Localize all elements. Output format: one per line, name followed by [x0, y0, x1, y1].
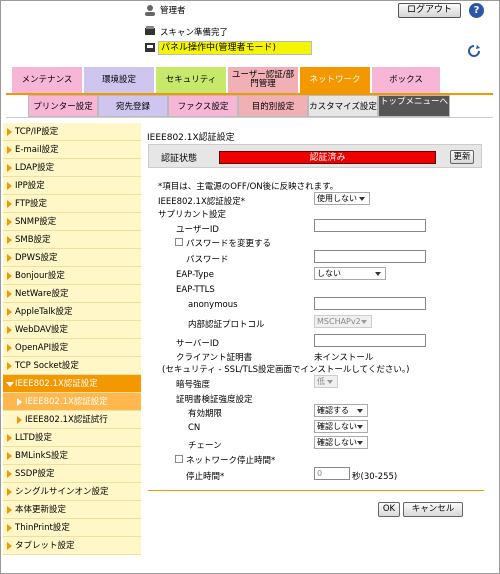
password-label: パスワード — [186, 255, 229, 265]
tab-5[interactable]: ネットワーク — [300, 67, 370, 93]
anonymous-input[interactable] — [314, 297, 426, 310]
sidebar-item-3[interactable]: LDAP設定 — [3, 159, 141, 177]
cert-verify-heading: 証明書検証強度設定 — [176, 395, 253, 405]
sidebar-item-14[interactable]: TCP Socket設定 — [3, 357, 141, 375]
eap-type-label: EAP-Type — [176, 270, 214, 280]
server-id-label: サーバーID — [176, 339, 219, 349]
client-cert-value: 未インストール — [314, 353, 374, 363]
sidebar: TCP/IP設定 E-mail設定 LDAP設定 IPP設定 FTP設定 SNMP設定 SM… — [3, 123, 141, 555]
subtab-1[interactable]: プリンター設定 — [28, 95, 98, 117]
inner-proto-select[interactable]: MSCHAPv2 — [314, 315, 372, 328]
validity-label: 有効期限 — [188, 409, 223, 419]
panel-icon — [145, 43, 155, 52]
supplicant-heading: サプリカント設定 — [158, 210, 227, 220]
tab-3[interactable]: セキュリティ — [156, 67, 226, 93]
change-password-label: パスワードを変更する — [186, 239, 272, 249]
crypto-label: 暗号強度 — [176, 380, 211, 390]
anonymous-label: anonymous — [188, 300, 238, 310]
sidebar-item-24[interactable]: タブレット設定 — [3, 537, 141, 555]
user-id-label: ユーザーID — [176, 225, 219, 235]
subtab-2[interactable]: 宛先登録 — [98, 95, 168, 117]
logout-button[interactable]: ログアウト — [398, 3, 461, 18]
tab-1[interactable]: メンテナンス — [12, 67, 82, 93]
subtab-6[interactable]: トップメニューへ — [378, 95, 450, 117]
sidebar-item-2[interactable]: E-mail設定 — [3, 141, 141, 159]
stop-time-input[interactable]: 0 — [314, 467, 350, 480]
inner-proto-label: 内部認証プロトコル — [188, 320, 265, 330]
sidebar-item-16[interactable]: IEEE802.1X認証設定 — [3, 393, 141, 411]
ok-button[interactable]: OK — [378, 502, 400, 517]
auth-status-label: 認証状態 — [161, 154, 198, 164]
subtab-5[interactable]: カスタマイズ設定 — [308, 95, 378, 117]
tab-6[interactable]: ボックス — [372, 67, 440, 93]
stop-time-unit: 秒(30-255) — [352, 472, 398, 482]
scan-status: スキャン準備完了 — [160, 28, 229, 38]
sidebar-item-1[interactable]: TCP/IP設定 — [3, 123, 141, 141]
sidebar-item-10[interactable]: NetWare設定 — [3, 285, 141, 303]
net-stop-label: ネットワーク停止時間* — [186, 456, 276, 466]
subtab-4[interactable]: 目的別設定 — [238, 95, 308, 117]
panel-status: パネル操作中(管理者モード) — [158, 41, 312, 55]
cn-select[interactable]: 確認しない — [314, 420, 368, 433]
net-stop-checkbox[interactable] — [175, 455, 183, 463]
eap-ttls-label: EAP-TTLS — [176, 285, 215, 295]
sidebar-item-5[interactable]: FTP設定 — [3, 195, 141, 213]
password-input[interactable] — [314, 250, 426, 263]
subtab-3[interactable]: ファクス設定 — [168, 95, 238, 117]
user-name: 管理者 — [160, 6, 186, 16]
client-cert-label: クライアント証明書 — [176, 353, 253, 363]
sidebar-item-21[interactable]: シングルサインオン設定 — [3, 483, 141, 501]
sidebar-item-20[interactable]: SSDP設定 — [3, 465, 141, 483]
sidebar-item-23[interactable]: ThinPrint設定 — [3, 519, 141, 537]
tab-2[interactable]: 環境設定 — [84, 67, 154, 93]
sidebar-item-18[interactable]: LLTD設定 — [3, 429, 141, 447]
sidebar-item-4[interactable]: IPP設定 — [3, 177, 141, 195]
change-password-checkbox[interactable] — [175, 238, 183, 246]
sidebar-item-11[interactable]: AppleTalk設定 — [3, 303, 141, 321]
user-id-input[interactable] — [314, 219, 426, 232]
user-icon — [145, 5, 155, 16]
server-id-input[interactable] — [314, 334, 426, 347]
crypto-select[interactable]: 低 — [314, 375, 338, 388]
tab-4[interactable]: ユーザー認証/部門管理 — [228, 67, 298, 93]
sidebar-item-15[interactable]: IEEE802.1X認証設定 — [3, 375, 141, 393]
sidebar-item-8[interactable]: DPWS設定 — [3, 249, 141, 267]
cn-label: CN — [188, 423, 201, 433]
eap-type-select[interactable]: しない — [314, 267, 386, 280]
refresh-icon[interactable] — [467, 44, 481, 58]
sidebar-item-17[interactable]: IEEE802.1X認証試行 — [3, 411, 141, 429]
auth-status-value: 認証済み — [219, 151, 436, 164]
cert-install-note: (セキュリティ - SSL/TLS設定画面でインストールしてください。) — [162, 365, 410, 375]
form-divider — [148, 490, 484, 491]
sidebar-item-19[interactable]: BMLinkS設定 — [3, 447, 141, 465]
sidebar-item-9[interactable]: Bonjour設定 — [3, 267, 141, 285]
sidebar-item-22[interactable]: 本体更新設定 — [3, 501, 141, 519]
sidebar-item-7[interactable]: SMB設定 — [3, 231, 141, 249]
help-icon[interactable]: ? — [469, 3, 484, 18]
auth-setting-select[interactable]: 使用しない — [314, 192, 370, 205]
stop-time-label: 停止時間* — [186, 472, 225, 482]
sidebar-item-6[interactable]: SNMP設定 — [3, 213, 141, 231]
chain-select[interactable]: 確認しない — [314, 436, 368, 449]
scanner-icon — [145, 26, 155, 35]
subtab-underline — [6, 117, 493, 118]
cancel-button[interactable]: キャンセル — [403, 502, 463, 517]
sidebar-item-12[interactable]: WebDAV設定 — [3, 321, 141, 339]
reflect-note: *項目は、主電源のOFF/ON後に反映されます。 — [158, 182, 339, 192]
auth-setting-label: IEEE802.1X認証設定* — [158, 197, 246, 207]
page-title: IEEE802.1X認証設定 — [147, 133, 235, 143]
chain-label: チェーン — [188, 441, 222, 451]
validity-select[interactable]: 確認する — [314, 404, 368, 417]
refresh-button[interactable]: 更新 — [450, 150, 474, 164]
sidebar-item-13[interactable]: OpenAPI設定 — [3, 339, 141, 357]
auth-status-box: 認証状態 認証済み 更新 — [148, 144, 482, 168]
